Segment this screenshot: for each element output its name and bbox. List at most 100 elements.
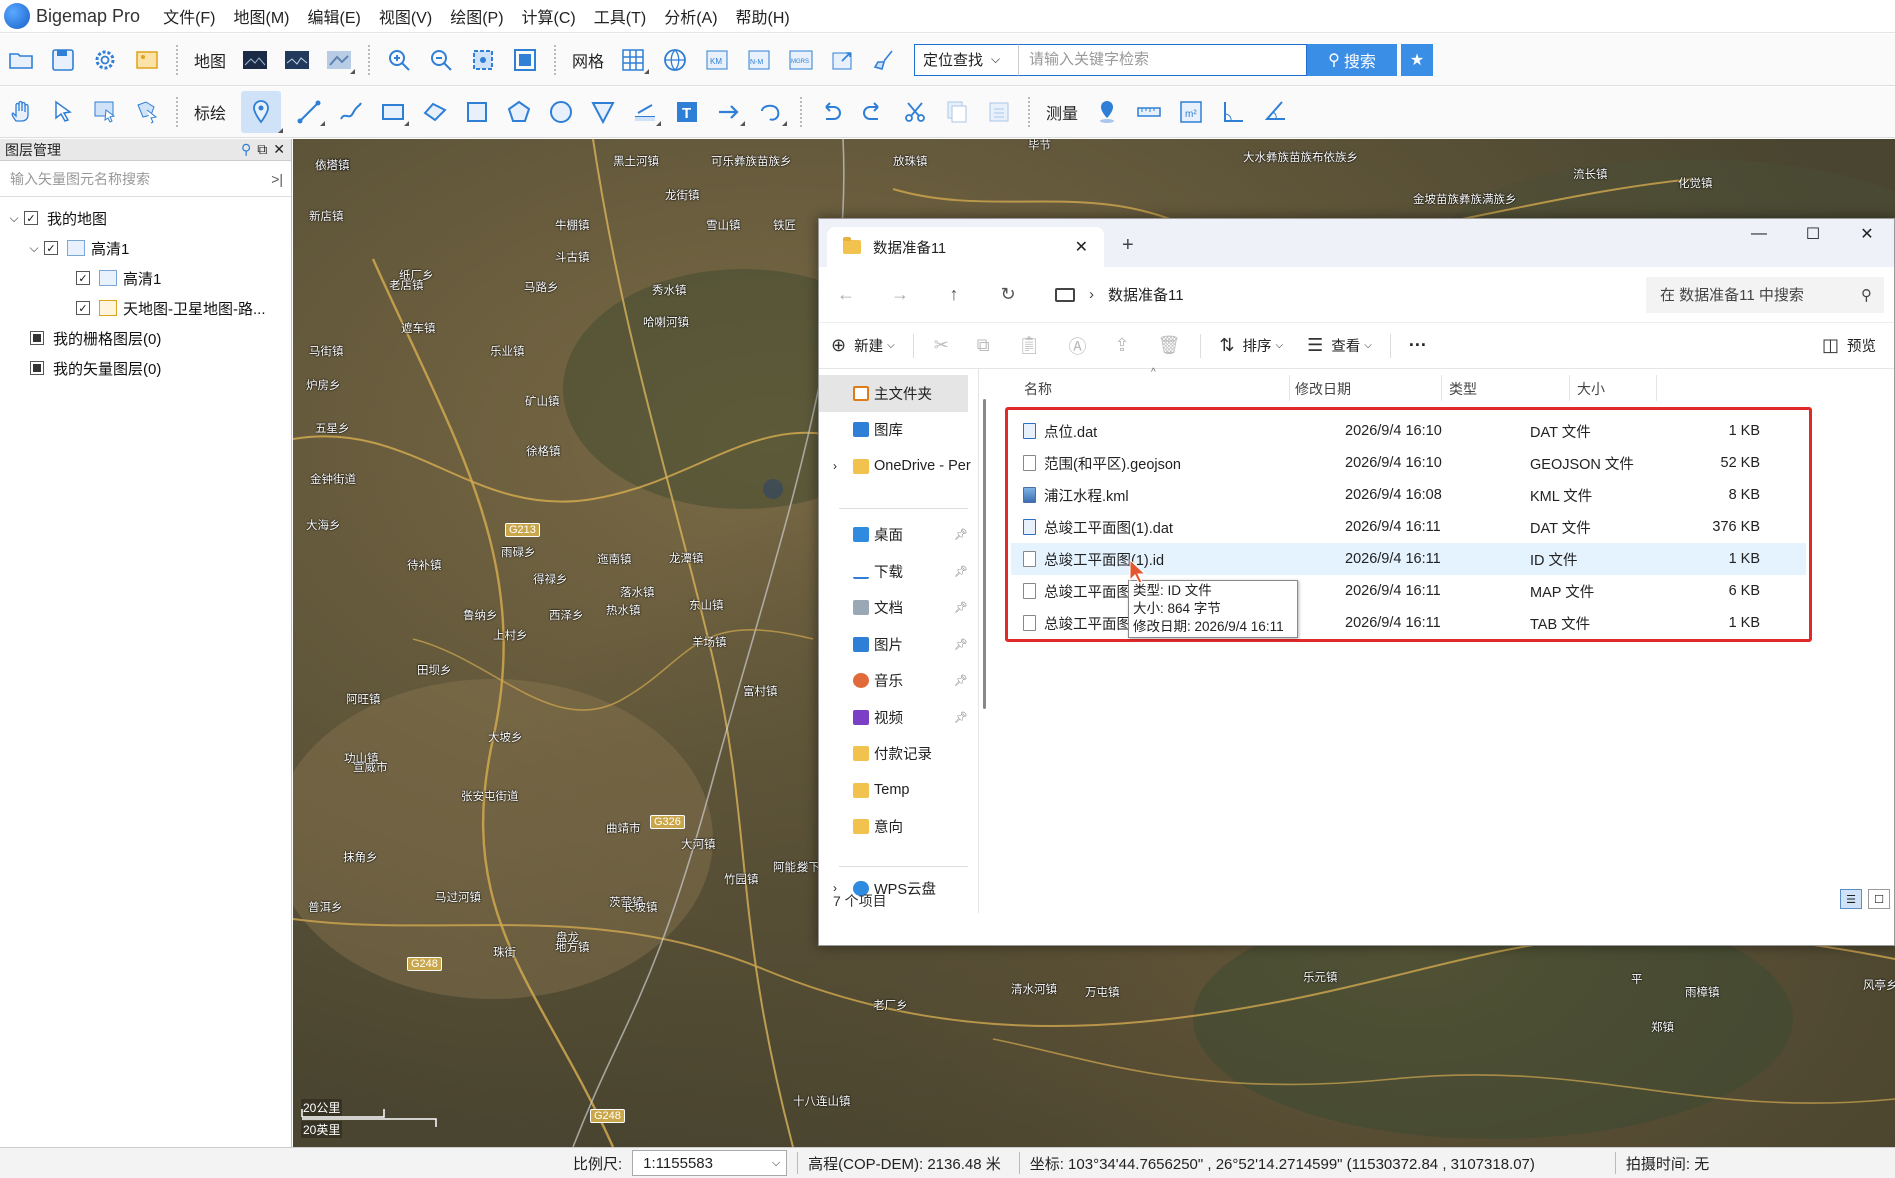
globe-grid-icon[interactable] xyxy=(661,46,689,74)
chevron-right-icon[interactable]: › xyxy=(833,459,853,473)
sort-button[interactable]: ⇅ 排序 ⌵ xyxy=(1219,335,1283,356)
mgrs-grid-icon[interactable]: MGRS xyxy=(787,46,815,74)
redo-icon[interactable] xyxy=(859,98,887,126)
rename-icon[interactable]: Ⓐ xyxy=(1069,333,1087,359)
menu-view[interactable]: 视图(V) xyxy=(370,4,441,28)
forward-arrow-icon[interactable]: → xyxy=(873,284,927,305)
tree-item-tianditu[interactable]: ✓ 天地图-卫星地图-路... xyxy=(0,293,291,323)
more-options-button[interactable]: ··· xyxy=(1409,335,1427,356)
nav-item-music[interactable]: 音乐 📌︎ xyxy=(819,663,978,700)
column-date[interactable]: 修改日期 xyxy=(1295,379,1351,399)
arrow-tool-icon[interactable] xyxy=(715,98,746,126)
nav-item-gallery[interactable]: 图库 xyxy=(819,412,978,449)
paste-icon[interactable]: 📋︎ xyxy=(1018,335,1041,356)
pin-icon[interactable]: 📌︎ xyxy=(954,528,968,541)
tree-item-my-map[interactable]: ⌵ ✓ 我的地图 xyxy=(0,203,291,233)
cut-scissors-icon[interactable] xyxy=(901,98,929,126)
map-thumb-1-icon[interactable] xyxy=(241,46,269,74)
circle-tool-icon[interactable] xyxy=(547,98,575,126)
polygon-freehand-icon[interactable] xyxy=(421,98,449,126)
undo-icon[interactable] xyxy=(817,98,845,126)
explorer-search-input[interactable]: 在 数据准备11 中搜索 ⚲ xyxy=(1646,276,1884,313)
column-name[interactable]: 名称 xyxy=(1024,379,1052,399)
search-button[interactable]: ⚲ 搜索 xyxy=(1307,43,1398,76)
menu-file[interactable]: 文件(F) xyxy=(154,4,224,28)
checkbox[interactable]: ✓ xyxy=(76,271,90,285)
close-tab-icon[interactable]: ✕ xyxy=(1075,237,1088,257)
pin-icon[interactable]: 📌︎ xyxy=(954,674,968,687)
measure-point-icon[interactable] xyxy=(1093,98,1121,126)
nav-item-downloads[interactable]: 下载 📌︎ xyxy=(819,553,978,590)
close-icon[interactable]: ✕ xyxy=(273,141,285,158)
collapse-panel-icon[interactable]: >| xyxy=(271,171,283,187)
nav-item-intent[interactable]: 意向 xyxy=(819,809,978,846)
close-window-icon[interactable]: ✕ xyxy=(1840,219,1894,249)
search-input[interactable] xyxy=(1018,43,1308,76)
column-size[interactable]: 大小 xyxy=(1577,379,1605,399)
square-tool-icon[interactable] xyxy=(463,98,491,126)
checkbox[interactable] xyxy=(30,361,44,375)
pin-icon[interactable]: 📌︎ xyxy=(954,711,968,724)
edit-select-icon[interactable] xyxy=(133,98,161,126)
menu-edit[interactable]: 编辑(E) xyxy=(299,4,370,28)
share-icon[interactable]: ⇪ xyxy=(1115,335,1130,356)
explorer-tab[interactable]: 数据准备11 ✕ xyxy=(827,227,1104,267)
search-icon[interactable]: ⚲ xyxy=(241,141,251,158)
column-type[interactable]: 类型 xyxy=(1449,379,1477,399)
pentagon-tool-icon[interactable] xyxy=(505,98,533,126)
nav-item-onedrive[interactable]: › OneDrive - Per xyxy=(819,448,978,485)
zoom-extent-icon[interactable] xyxy=(469,46,497,74)
tree-item-hd1-group[interactable]: ⌵ ✓ 高清1 xyxy=(0,233,291,263)
line-tool-icon[interactable] xyxy=(295,98,326,126)
open-folder-icon[interactable] xyxy=(7,46,35,74)
copy-icon[interactable]: ⧉ xyxy=(977,335,990,356)
nav-item-payments[interactable]: 付款记录 xyxy=(819,736,978,773)
up-arrow-icon[interactable]: ↑ xyxy=(927,284,981,305)
view-button[interactable]: ☰ 查看 ⌵ xyxy=(1307,335,1372,356)
tree-item-hd1[interactable]: ✓ 高清1 xyxy=(0,263,291,293)
measure-angle-icon[interactable] xyxy=(1219,98,1247,126)
menu-draw[interactable]: 绘图(P) xyxy=(441,4,512,28)
favorite-star-button[interactable]: ★ xyxy=(1401,43,1434,76)
map-thumb-2-icon[interactable] xyxy=(283,46,311,74)
maximize-icon[interactable]: ☐ xyxy=(1786,219,1840,249)
menu-tools[interactable]: 工具(T) xyxy=(585,4,655,28)
marker-tool-icon[interactable] xyxy=(241,91,284,133)
nav-item-home[interactable]: 主文件夹 xyxy=(819,375,968,412)
image-icon[interactable] xyxy=(133,46,161,74)
measure-area-icon[interactable]: m² xyxy=(1177,98,1205,126)
preview-button[interactable]: ◫ 预览 xyxy=(1822,335,1876,356)
nav-scrollbar[interactable] xyxy=(979,369,991,913)
nav-item-desktop[interactable]: 桌面 📌︎ xyxy=(819,517,978,554)
cut-icon[interactable]: ✂ xyxy=(934,335,949,356)
freehand-tool-icon[interactable] xyxy=(337,98,365,126)
details-view-icon[interactable]: ☰ xyxy=(1840,889,1862,909)
menu-analysis[interactable]: 分析(A) xyxy=(655,4,726,28)
search-type-select[interactable]: 定位查找 ⌵ xyxy=(914,43,1019,76)
new-button[interactable]: ⊕ 新建 ⌵ xyxy=(831,335,895,356)
zoom-in-icon[interactable] xyxy=(385,46,413,74)
address-bar[interactable]: › 数据准备11 xyxy=(1041,277,1606,313)
export-grid-icon[interactable] xyxy=(829,46,857,74)
file-row[interactable]: 浦江水程.kml 2026/9/4 16:08 KML 文件 8 KB xyxy=(1011,479,1806,511)
pin-icon[interactable]: 📌︎ xyxy=(954,601,968,614)
file-row[interactable]: 范围(和平区).geojson 2026/9/4 16:10 GEOJSON 文件 5… xyxy=(1011,447,1806,479)
chevron-down-icon[interactable]: ⌵ xyxy=(24,241,44,256)
map-thumb-3-icon[interactable] xyxy=(325,46,356,74)
layer-filter-input[interactable]: 输入矢量图元名称搜索 >| xyxy=(0,161,291,197)
text-tool-icon[interactable]: T xyxy=(673,98,701,126)
checkbox[interactable]: ✓ xyxy=(44,241,58,255)
nav-item-documents[interactable]: 文档 📌︎ xyxy=(819,590,978,627)
paste-icon[interactable] xyxy=(985,98,1013,126)
select-pointer-icon[interactable] xyxy=(49,98,77,126)
nav-item-videos[interactable]: 视频 📌︎ xyxy=(819,699,978,736)
rectangle-tool-icon[interactable] xyxy=(379,98,410,126)
file-row[interactable]: 总竣工平面图(1).dat 2026/9/4 16:11 DAT 文件 376 KB xyxy=(1011,511,1806,543)
nav-item-temp[interactable]: Temp xyxy=(819,772,978,809)
menu-map[interactable]: 地图(M) xyxy=(225,4,299,28)
tiles-view-icon[interactable]: ☐ xyxy=(1868,889,1890,909)
ruler-draw-icon[interactable] xyxy=(631,98,662,126)
file-row[interactable]: 点位.dat 2026/9/4 16:10 DAT 文件 1 KB xyxy=(1011,415,1806,447)
tree-item-vector-layers[interactable]: 我的矢量图层(0) xyxy=(0,353,291,383)
copy-icon[interactable] xyxy=(943,98,971,126)
